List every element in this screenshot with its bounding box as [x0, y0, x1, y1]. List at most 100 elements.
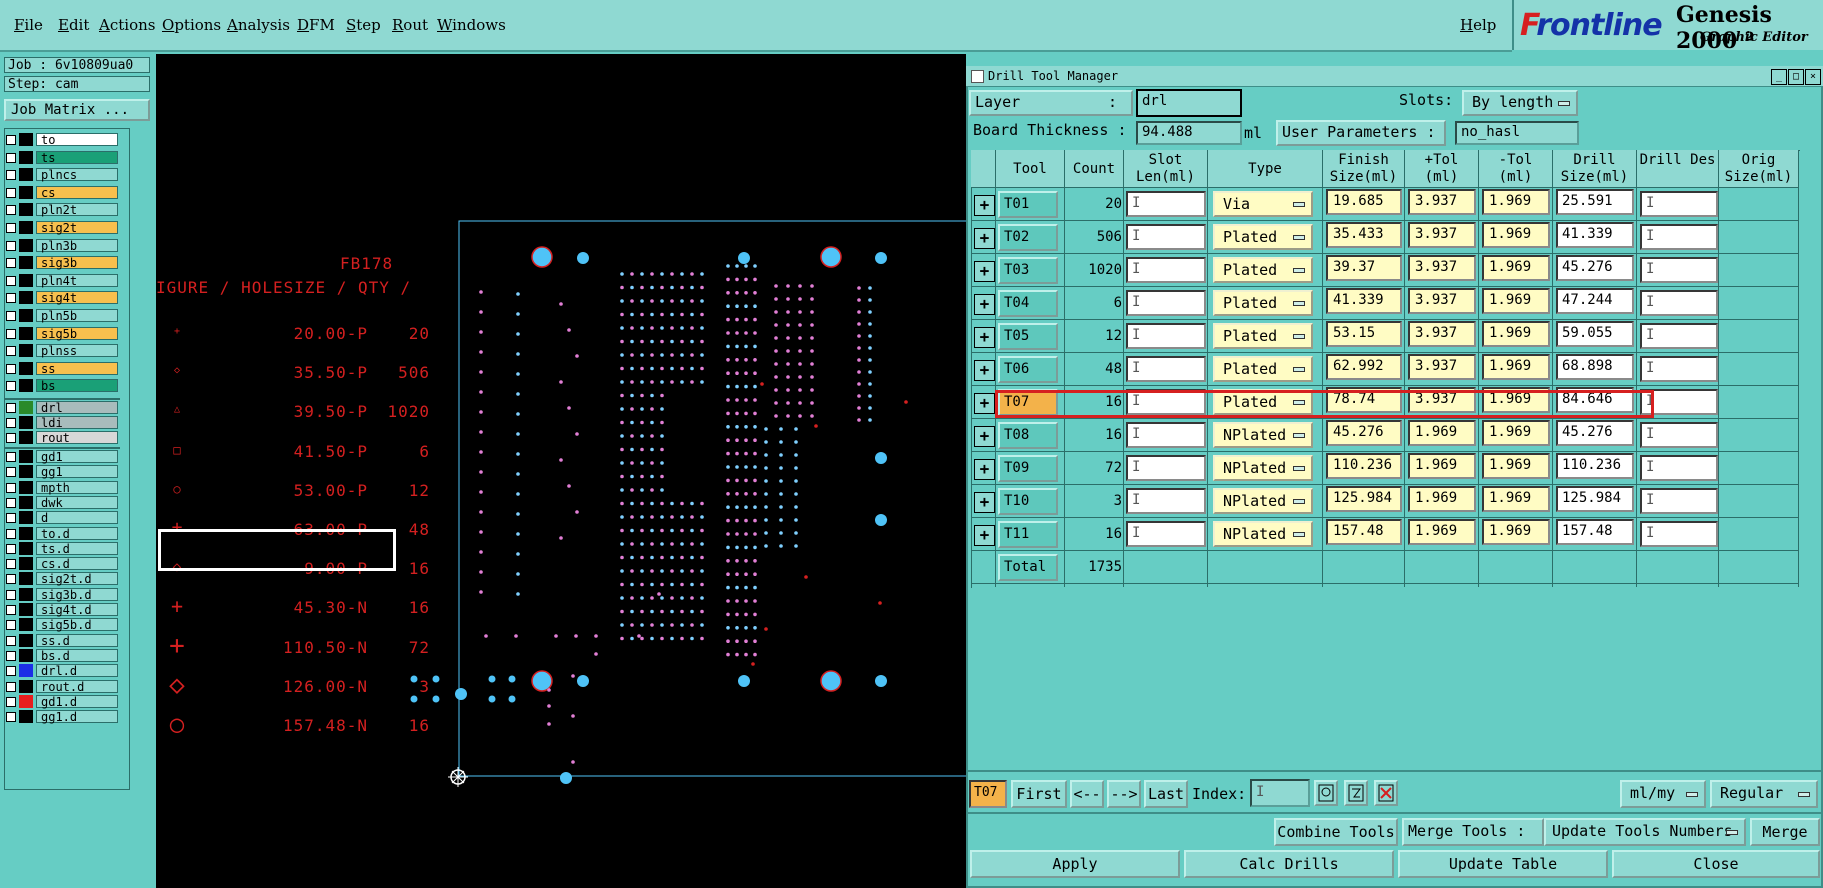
close-icon[interactable]: ×	[1805, 69, 1821, 85]
layer-row-drl-d[interactable]: drl.d	[4, 664, 120, 678]
slot-length-field[interactable]: I	[1126, 521, 1206, 547]
filter-icon[interactable]	[1344, 780, 1368, 806]
layer-row-ldi[interactable]: ldi	[4, 416, 120, 430]
layer-row-sig5b[interactable]: sig5b	[4, 326, 120, 340]
plus-tol-field[interactable]: 3.937	[1408, 255, 1476, 281]
layer-row-pln5b[interactable]: pln5b	[4, 309, 120, 323]
next-button[interactable]: -->	[1107, 780, 1141, 808]
slot-length-field[interactable]: I	[1126, 455, 1206, 481]
layer-row-sig2t-d[interactable]: sig2t.d	[4, 572, 120, 586]
layer-checkbox[interactable]	[6, 187, 16, 198]
units-option[interactable]: ml/my	[1620, 780, 1706, 808]
layer-checkbox[interactable]	[6, 433, 16, 443]
layer-checkbox[interactable]	[6, 589, 16, 600]
layer-checkbox[interactable]	[6, 381, 16, 392]
last-button[interactable]: Last	[1144, 780, 1188, 808]
menu-options[interactable]: Options	[162, 16, 221, 34]
layer-checkbox[interactable]	[6, 418, 16, 428]
slot-length-field[interactable]: I	[1126, 290, 1206, 316]
menu-dfm[interactable]: DFM	[297, 16, 335, 34]
type-option[interactable]: Plated	[1213, 224, 1313, 250]
layer-row-rout[interactable]: rout	[4, 431, 120, 445]
plus-tol-field[interactable]: 3.937	[1408, 189, 1476, 215]
type-option[interactable]: Plated	[1213, 356, 1313, 382]
menu-analysis[interactable]: Analysis	[227, 16, 290, 34]
layer-checkbox[interactable]	[6, 258, 16, 269]
layer-checkbox[interactable]	[6, 666, 16, 677]
layer-checkbox[interactable]	[6, 452, 16, 462]
menu-windows[interactable]: Windows	[437, 16, 506, 34]
drill-des-field[interactable]: I	[1640, 356, 1718, 382]
drill-des-field[interactable]: I	[1640, 191, 1718, 217]
slot-length-field[interactable]: I	[1126, 191, 1206, 217]
board-thickness-field[interactable]: 94.488	[1136, 121, 1242, 145]
slots-option[interactable]: By length	[1462, 90, 1578, 116]
layer-row-plncs[interactable]: plncs	[4, 168, 120, 182]
menu-help[interactable]: Help	[1460, 16, 1496, 34]
finish-size-field[interactable]: 53.15	[1326, 321, 1402, 347]
expand-icon[interactable]: +	[974, 228, 995, 249]
layer-row-ts-d[interactable]: ts.d	[4, 541, 120, 555]
plus-tol-field[interactable]: 3.937	[1408, 354, 1476, 380]
layer-checkbox[interactable]	[6, 311, 16, 321]
drill-des-field[interactable]: I	[1640, 521, 1718, 547]
plus-tol-field[interactable]: 1.969	[1408, 453, 1476, 479]
slot-length-field[interactable]: I	[1126, 356, 1206, 382]
drill-des-field[interactable]: I	[1640, 455, 1718, 481]
mode-option[interactable]: Regular	[1710, 780, 1818, 808]
layer-checkbox[interactable]	[6, 223, 16, 233]
expand-icon[interactable]: +	[974, 327, 995, 348]
expand-icon[interactable]: +	[974, 360, 995, 381]
layer-row-bs[interactable]: bs	[4, 379, 120, 393]
tool-button[interactable]: T02	[998, 224, 1058, 251]
tool-button[interactable]: T09	[998, 455, 1058, 482]
layer-checkbox[interactable]	[6, 543, 16, 554]
finish-size-field[interactable]: 125.984	[1326, 486, 1402, 512]
prev-button[interactable]: <--	[1070, 780, 1104, 808]
layer-checkbox[interactable]	[6, 275, 16, 286]
layer-row-mpth[interactable]: mpth	[4, 480, 120, 494]
finish-size-field[interactable]: 35.433	[1326, 222, 1402, 248]
calc-drills-button[interactable]: Calc Drills	[1184, 850, 1394, 878]
layer-checkbox[interactable]	[6, 152, 16, 163]
layer-row-gg1-d[interactable]: gg1.d	[4, 710, 120, 724]
drill-des-field[interactable]: I	[1640, 224, 1718, 250]
layer-row-to-d[interactable]: to.d	[4, 526, 120, 540]
layer-checkbox[interactable]	[6, 403, 16, 413]
drill-size-field[interactable]: 68.898	[1556, 354, 1634, 380]
graphic-canvas[interactable]: FB178 IGURE / HOLESIZE / QTY / +20.00-P 2…	[156, 54, 966, 888]
index-field[interactable]: I	[1250, 779, 1310, 807]
plus-tol-field[interactable]: 1.969	[1408, 486, 1476, 512]
tool-button[interactable]: T03	[998, 257, 1058, 284]
layer-checkbox[interactable]	[6, 574, 16, 585]
type-option[interactable]: NPlated	[1213, 422, 1313, 448]
layer-row-cs-d[interactable]: cs.d	[4, 557, 120, 571]
expand-icon[interactable]: +	[974, 459, 995, 480]
layer-row-gd1[interactable]: gd1	[4, 450, 120, 464]
finish-size-field[interactable]: 41.339	[1326, 288, 1402, 314]
minus-tol-field[interactable]: 1.969	[1482, 189, 1550, 215]
expand-icon[interactable]: +	[974, 525, 995, 546]
minus-tol-field[interactable]: 1.969	[1482, 453, 1550, 479]
layer-row-sig4t-d[interactable]: sig4t.d	[4, 603, 120, 617]
plus-tol-field[interactable]: 3.937	[1408, 321, 1476, 347]
slot-length-field[interactable]: I	[1126, 323, 1206, 349]
layer-checkbox[interactable]	[6, 605, 16, 615]
layer-row-pln2t[interactable]: pln2t	[4, 203, 120, 217]
finish-size-field[interactable]: 110.236	[1326, 453, 1402, 479]
minus-tol-field[interactable]: 1.969	[1482, 486, 1550, 512]
layer-checkbox[interactable]	[6, 528, 16, 539]
layer-row-sig3b[interactable]: sig3b	[4, 256, 120, 270]
type-option[interactable]: Plated	[1213, 290, 1313, 316]
minus-tol-field[interactable]: 1.969	[1482, 519, 1550, 545]
merge-option[interactable]: Update Tools Numbers	[1544, 818, 1746, 846]
layer-row-ts[interactable]: ts	[4, 150, 120, 164]
layer-row-gg1[interactable]: gg1	[4, 465, 120, 479]
finish-size-field[interactable]: 45.276	[1326, 420, 1402, 446]
drill-size-field[interactable]: 110.236	[1556, 453, 1634, 479]
menu-actions[interactable]: Actions	[99, 16, 155, 34]
first-button[interactable]: First	[1011, 780, 1067, 808]
layer-checkbox[interactable]	[6, 467, 16, 478]
layer-checkbox[interactable]	[6, 635, 16, 646]
layer-row-rout-d[interactable]: rout.d	[4, 679, 120, 693]
